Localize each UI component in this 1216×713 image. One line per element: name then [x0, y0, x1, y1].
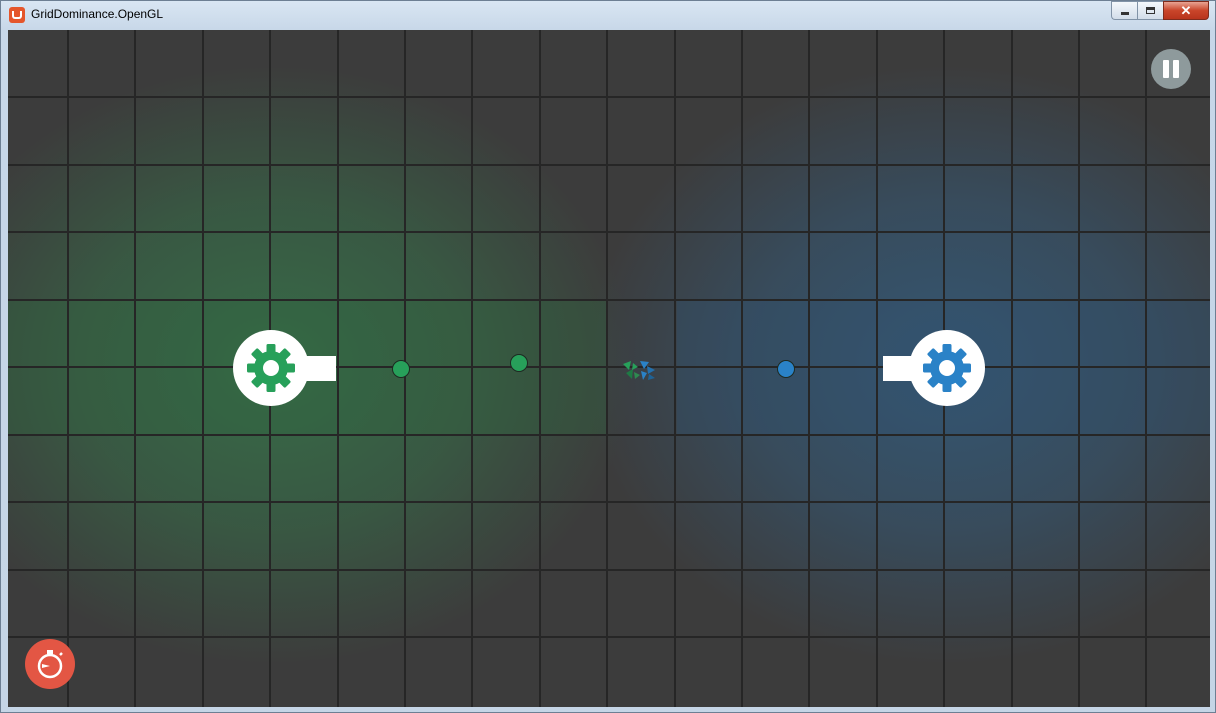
- grid-line-horizontal: [8, 96, 1210, 98]
- green-fragment: [632, 363, 638, 370]
- grid-line-horizontal: [8, 501, 1210, 503]
- title-bar[interactable]: GridDominance.OpenGL ✕: [1, 1, 1215, 29]
- grid-line-horizontal: [8, 163, 1210, 166]
- blue-fragment: [647, 366, 655, 374]
- gear-icon: [247, 344, 295, 392]
- stopwatch-icon: [37, 650, 63, 679]
- grid-line-vertical: [875, 30, 878, 707]
- blue-fragment: [648, 374, 655, 380]
- window-controls: ✕: [1111, 1, 1209, 21]
- grid-line-vertical: [538, 30, 541, 707]
- green-fragment: [626, 369, 633, 379]
- pause-button[interactable]: [1151, 49, 1191, 89]
- green-fragment: [634, 372, 640, 379]
- pause-icon: [1163, 60, 1169, 78]
- grid-line-vertical: [67, 30, 69, 707]
- grid-line-horizontal: [8, 568, 1210, 571]
- close-button[interactable]: ✕: [1163, 1, 1209, 20]
- game-canvas[interactable]: [8, 30, 1210, 707]
- grid-line-vertical: [1078, 30, 1080, 707]
- blue-cannon[interactable]: [909, 330, 985, 406]
- grid-line-vertical: [1145, 30, 1148, 707]
- grid-line-vertical: [336, 30, 339, 707]
- maximize-button[interactable]: [1137, 1, 1163, 20]
- game-speed-button[interactable]: [25, 639, 75, 689]
- window-title: GridDominance.OpenGL: [31, 7, 164, 21]
- grid-line-vertical: [808, 30, 811, 707]
- blue-fragment: [641, 371, 647, 380]
- grid-line-vertical: [606, 30, 609, 707]
- grid-line-vertical: [201, 30, 204, 707]
- grid-line-vertical: [1010, 30, 1013, 707]
- grid-line-vertical: [741, 30, 743, 707]
- app-window: GridDominance.OpenGL ✕: [0, 0, 1216, 713]
- grid-line-horizontal: [8, 231, 1210, 233]
- grid-line-horizontal: [8, 636, 1210, 638]
- grid-line-horizontal: [8, 298, 1210, 301]
- minimize-button[interactable]: [1111, 1, 1137, 20]
- monogame-app-icon: [9, 7, 25, 23]
- gear-icon: [923, 344, 971, 392]
- green-cannon[interactable]: [233, 330, 309, 406]
- grid-line-vertical: [134, 30, 137, 707]
- pause-icon: [1173, 60, 1179, 78]
- grid-line-vertical: [471, 30, 474, 707]
- green-bullet: [392, 360, 410, 378]
- grid-line-horizontal: [8, 366, 1210, 368]
- green-bullet: [510, 354, 528, 372]
- close-icon: ✕: [1180, 2, 1192, 18]
- maximize-icon: [1146, 7, 1155, 14]
- grid-line-vertical: [673, 30, 676, 707]
- grid-line-horizontal: [8, 433, 1210, 436]
- blue-bullet: [777, 360, 795, 378]
- bullet-collision-fragments: [623, 361, 655, 380]
- game-grid: [8, 30, 1210, 707]
- green-fragment: [623, 361, 631, 370]
- minimize-icon: [1120, 12, 1129, 15]
